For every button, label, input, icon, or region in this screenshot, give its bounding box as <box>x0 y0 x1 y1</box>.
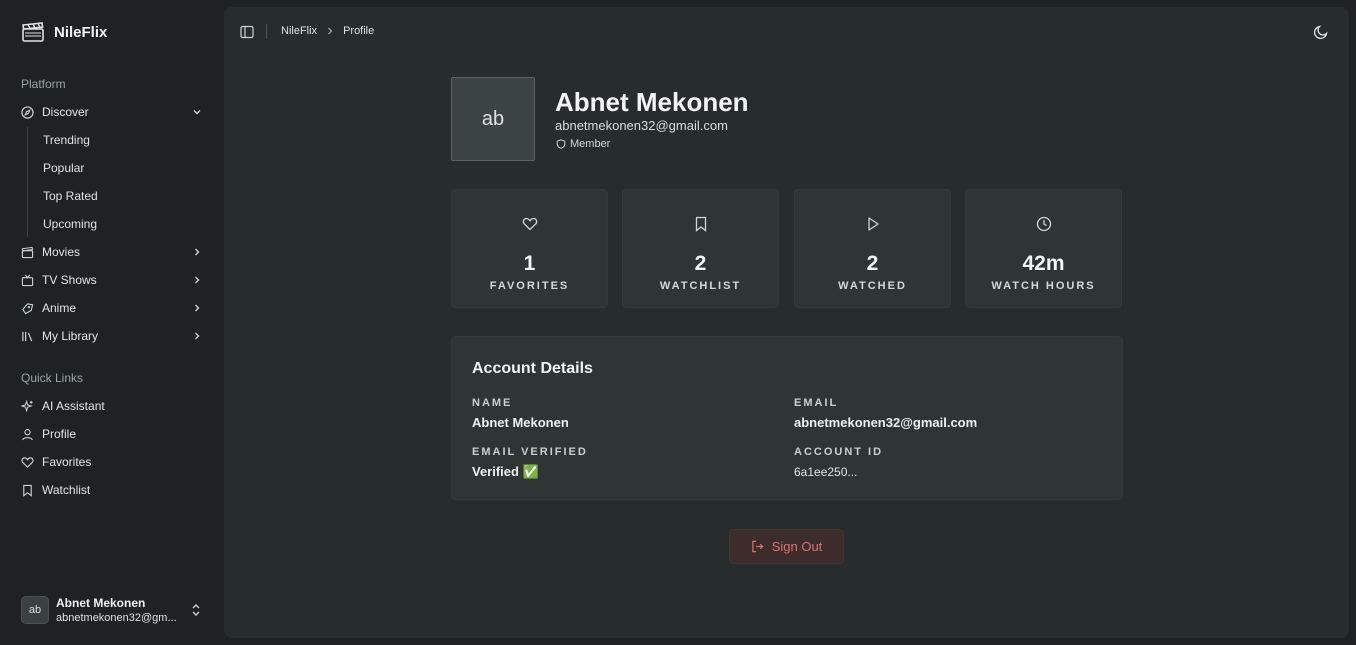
chevron-right-icon <box>328 27 333 35</box>
profile-avatar: ab <box>451 77 535 161</box>
stat-label: WATCH HOURS <box>991 280 1096 292</box>
sidebar-item-label: Profile <box>42 427 77 441</box>
breadcrumb-current: Profile <box>343 25 375 37</box>
email-verified-label: EMAIL VERIFIED <box>472 446 588 458</box>
quick-link-watchlist[interactable]: Watchlist <box>21 479 205 501</box>
sidebar-item-movies[interactable]: Movies <box>21 241 205 263</box>
name-value: Abnet Mekonen <box>472 415 569 430</box>
sidebar: NileFlix Platform Discover Trending Popu… <box>0 0 224 645</box>
email-verified-value: Verified ✅ <box>472 464 539 479</box>
brand-name: NileFlix <box>54 23 108 41</box>
tv-icon <box>21 274 34 286</box>
sidebar-item-label: Watchlist <box>42 483 91 497</box>
sidebar-item-anime[interactable]: Anime <box>21 297 205 319</box>
email-value: abnetmekonen32@gmail.com <box>794 415 978 430</box>
account-id-value: 6a1ee250... <box>794 465 858 479</box>
sidebar-user-menu[interactable]: ab Abnet Mekonen abnetmekonen32@gm... <box>21 596 205 626</box>
clock-icon <box>1036 216 1052 232</box>
sparkles-icon <box>21 399 33 412</box>
account-details-title: Account Details <box>472 360 593 377</box>
library-icon <box>22 331 33 341</box>
bookmark-icon <box>23 484 32 497</box>
sidebar-item-label: TV Shows <box>42 273 97 287</box>
sidebar-item-tv-shows[interactable]: TV Shows <box>21 269 205 291</box>
stat-card-watch-hours: 42m WATCH HOURS <box>965 189 1122 308</box>
main-panel: NileFlix Profile ab Abnet Mekonen abnetm… <box>224 7 1349 638</box>
play-icon <box>868 217 879 231</box>
stat-value: 1 <box>523 252 536 275</box>
chevron-right-icon[interactable] <box>191 274 203 286</box>
sidebar-toggle-icon[interactable] <box>240 25 254 39</box>
chevron-right-icon[interactable] <box>191 246 203 258</box>
submenu-item-top-rated[interactable]: Top Rated <box>43 189 98 203</box>
anime-icon <box>22 302 34 314</box>
profile-email: abnetmekonen32@gmail.com <box>555 118 728 133</box>
stat-card-favorites: 1 FAVORITES <box>451 189 608 308</box>
bookmark-icon <box>695 216 707 232</box>
heart-icon <box>522 217 538 231</box>
stat-label: WATCHLIST <box>659 280 742 292</box>
brand[interactable]: NileFlix <box>22 22 107 42</box>
film-icon <box>21 246 34 258</box>
profile-name: Abnet Mekonen <box>555 87 749 117</box>
stat-label: WATCHED <box>838 280 907 292</box>
role-badge: Member <box>556 138 610 150</box>
quick-links-section-label: Quick Links <box>21 371 84 385</box>
user-name: Abnet Mekonen <box>56 596 146 610</box>
sidebar-item-my-library[interactable]: My Library <box>21 325 205 347</box>
email-label: EMAIL <box>794 397 839 409</box>
submenu-item-upcoming[interactable]: Upcoming <box>43 217 97 231</box>
user-email: abnetmekonen32@gm... <box>56 612 177 624</box>
sign-out-button[interactable]: Sign Out <box>729 529 844 564</box>
submenu-item-popular[interactable]: Popular <box>43 161 84 175</box>
clapperboard-icon <box>22 22 44 42</box>
account-id-label: ACCOUNT ID <box>794 446 884 458</box>
sidebar-item-label: Movies <box>42 245 81 259</box>
quick-link-profile[interactable]: Profile <box>21 423 205 445</box>
sidebar-item-label: Discover <box>42 105 89 119</box>
stat-card-watchlist: 2 WATCHLIST <box>622 189 779 308</box>
compass-icon <box>21 105 34 119</box>
sidebar-item-label: Anime <box>42 301 77 315</box>
shield-icon <box>556 139 566 149</box>
divider <box>266 24 267 39</box>
top-bar: NileFlix Profile <box>224 7 1349 57</box>
user-icon <box>22 428 33 440</box>
quick-link-favorites[interactable]: Favorites <box>21 451 205 473</box>
sidebar-item-discover[interactable]: Discover <box>21 101 205 123</box>
name-label: NAME <box>472 397 513 409</box>
account-details-card: Account Details NAME Abnet Mekonen EMAIL… <box>451 336 1123 500</box>
discover-submenu: Trending Popular Top Rated Upcoming <box>27 127 197 237</box>
stat-value: 2 <box>866 252 879 275</box>
stat-card-watched: 2 WATCHED <box>794 189 951 308</box>
sidebar-item-label: Favorites <box>42 455 92 469</box>
chevron-right-icon[interactable] <box>191 302 203 314</box>
platform-section-label: Platform <box>21 77 66 91</box>
avatar: ab <box>21 596 49 624</box>
quick-link-ai-assistant[interactable]: AI Assistant <box>21 395 205 417</box>
sidebar-item-label: My Library <box>42 329 99 343</box>
sidebar-item-label: AI Assistant <box>42 399 105 413</box>
stat-value: 42m <box>1022 252 1065 275</box>
chevrons-up-down-icon <box>192 604 200 616</box>
chevron-right-icon[interactable] <box>191 330 203 342</box>
heart-icon <box>21 456 34 468</box>
role-label: Member <box>570 138 611 150</box>
stat-label: FAVORITES <box>489 280 570 292</box>
breadcrumb: NileFlix Profile <box>281 25 374 37</box>
submenu-item-trending[interactable]: Trending <box>43 133 90 147</box>
stat-value: 2 <box>694 252 707 275</box>
log-out-icon <box>751 540 764 553</box>
chevron-down-icon[interactable] <box>191 106 203 118</box>
moon-icon[interactable] <box>1313 24 1329 40</box>
sign-out-label: Sign Out <box>771 539 823 554</box>
breadcrumb-root[interactable]: NileFlix <box>281 25 317 37</box>
